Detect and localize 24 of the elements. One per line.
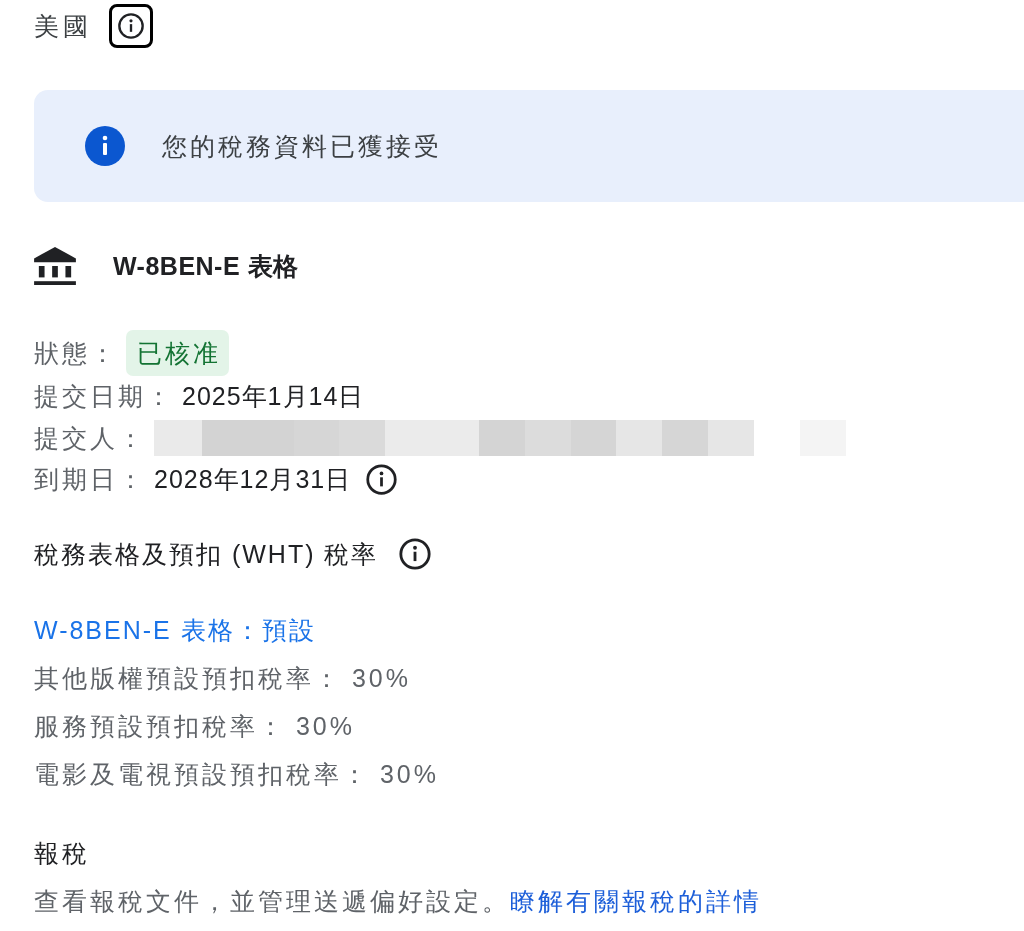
bank-icon bbox=[34, 247, 76, 285]
field-label: 狀態： bbox=[34, 337, 118, 369]
field-value: 2025年1月14日 bbox=[182, 380, 365, 412]
field-label: 提交人： bbox=[34, 422, 146, 454]
rate-text: 其他版權預設預扣稅率： 30% bbox=[34, 663, 411, 694]
section-heading: 報稅 bbox=[34, 838, 90, 869]
info-icon bbox=[117, 12, 145, 40]
field-label: 提交日期： bbox=[34, 380, 174, 412]
section-heading: 稅務表格及預扣 (WHT) 稅率 bbox=[34, 538, 379, 570]
filing-description: 查看報稅文件，並管理送遞偏好設定。瞭解有關報稅的詳情 bbox=[34, 886, 762, 917]
status-chip: 已核准 bbox=[126, 330, 229, 376]
form-title: W-8BEN-E 表格 bbox=[113, 250, 299, 282]
field-label: 到期日： bbox=[34, 463, 146, 495]
field-value: 2028年12月31日 bbox=[154, 463, 352, 495]
rate-text: 電影及電視預設預扣稅率： 30% bbox=[34, 759, 439, 790]
rate-text: 服務預設預扣稅率： 30% bbox=[34, 711, 355, 742]
info-icon[interactable] bbox=[398, 537, 433, 571]
country-name: 美國 bbox=[34, 11, 92, 42]
info-button[interactable] bbox=[109, 4, 153, 48]
learn-more-link[interactable]: 瞭解有關報稅的詳情 bbox=[510, 887, 762, 915]
info-icon[interactable] bbox=[365, 462, 399, 496]
form-link[interactable]: W-8BEN-E 表格：預設 bbox=[34, 606, 316, 654]
info-icon bbox=[85, 126, 125, 166]
banner-message: 您的稅務資料已獲接受 bbox=[162, 130, 442, 162]
